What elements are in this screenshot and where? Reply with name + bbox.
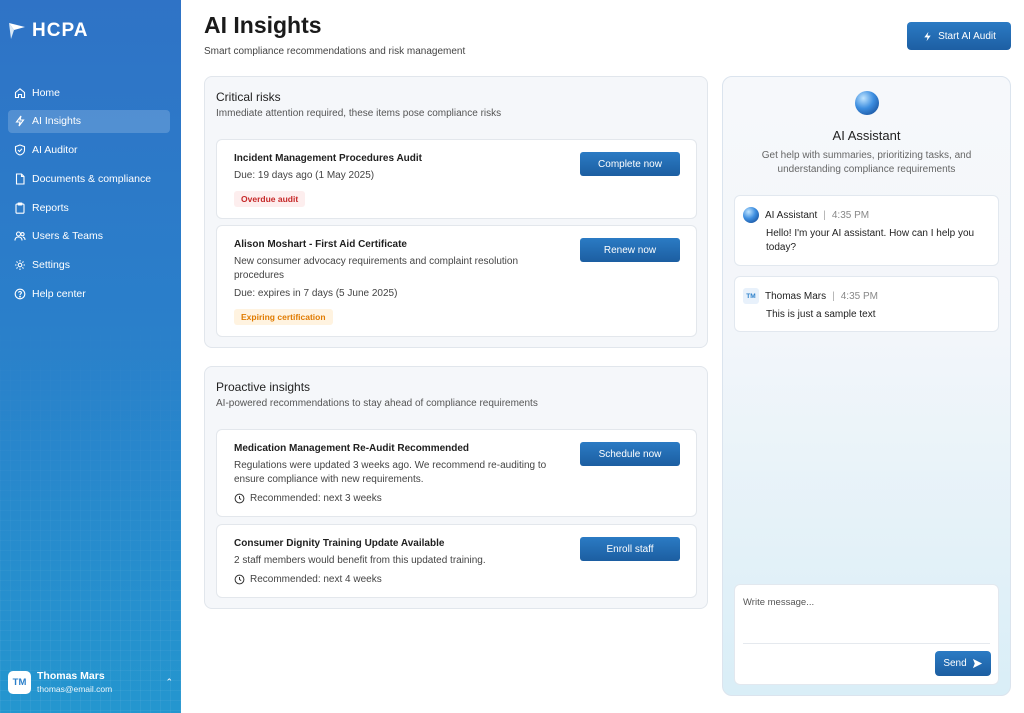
ai-assistant-subtitle: Get help with summaries, prioritizing ta…: [761, 150, 972, 175]
chat-message: AI Assistant | 4:35 PM Hello! I'm your A…: [734, 195, 999, 266]
message-input[interactable]: [743, 597, 988, 608]
home-icon: [14, 87, 26, 99]
lightning-icon: [14, 115, 26, 127]
sidebar-item-label: AI Auditor: [32, 144, 78, 157]
message-sender: AI Assistant: [765, 209, 818, 221]
sidebar-item-reports[interactable]: Reports: [8, 196, 170, 219]
ai-orb-icon: [743, 207, 759, 223]
proactive-insights-subtitle: AI-powered recommendations to stay ahead…: [216, 398, 538, 409]
help-icon: [14, 288, 26, 300]
risk-title: Alison Moshart - First Aid Certificate: [234, 239, 407, 250]
insight-recommendation: Recommended: next 3 weeks: [234, 493, 382, 504]
sidebar-item-help-center[interactable]: Help center: [8, 283, 170, 306]
logo-icon: [9, 23, 25, 39]
risk-card: Incident Management Procedures Audit Due…: [216, 139, 697, 219]
critical-risks-panel: Critical risks Immediate attention requi…: [204, 76, 708, 348]
gear-icon: [14, 259, 26, 271]
send-icon: [972, 658, 982, 669]
page-title: AI Insights: [204, 12, 322, 38]
risk-due: Due: expires in 7 days (5 June 2025): [234, 288, 398, 299]
critical-risks-title: Critical risks: [216, 90, 281, 104]
user-profile[interactable]: TM Thomas Mars thomas@email.com ⌃: [8, 670, 173, 694]
lightning-icon: [924, 31, 931, 41]
critical-risks-subtitle: Immediate attention required, these item…: [216, 108, 502, 119]
message-time: 4:35 PM: [831, 209, 870, 221]
message-sender: Thomas Mars: [765, 290, 827, 302]
schedule-now-button[interactable]: Schedule now: [580, 442, 680, 466]
avatar: TM: [8, 670, 31, 694]
sidebar-item-ai-auditor[interactable]: AI Auditor: [8, 139, 170, 162]
status-badge: Expiring certification: [234, 309, 333, 325]
users-icon: [14, 230, 26, 242]
user-info: Thomas Mars thomas@email.com: [37, 670, 112, 694]
sidebar-item-label: Reports: [32, 201, 69, 214]
start-ai-audit-label: Start AI Audit: [938, 30, 996, 42]
risk-card: Alison Moshart - First Aid Certificate N…: [216, 225, 697, 337]
sidebar-item-label: AI Insights: [32, 115, 82, 128]
send-button[interactable]: Send: [935, 651, 991, 676]
message-time: 4:35 PM: [840, 290, 878, 302]
proactive-insights-panel: Proactive insights AI-powered recommenda…: [204, 366, 708, 609]
sidebar-item-label: Help center: [32, 288, 86, 301]
status-badge: Overdue audit: [234, 191, 306, 207]
avatar: TM: [743, 288, 759, 304]
sidebar-item-label: Settings: [32, 259, 70, 272]
sidebar-item-label: Users & Teams: [32, 230, 103, 243]
message-header: TM Thomas Mars | 4:35 PM: [743, 288, 878, 304]
insight-card: Medication Management Re-Audit Recommend…: [216, 429, 697, 517]
message-text: This is just a sample text: [766, 309, 876, 320]
user-email: thomas@email.com: [37, 684, 113, 694]
message-composer: Send: [734, 584, 999, 685]
message-header: AI Assistant | 4:35 PM: [743, 207, 869, 223]
risk-due: Due: 19 days ago (1 May 2025): [234, 170, 375, 181]
clock-icon: [234, 493, 245, 504]
divider: [743, 643, 990, 644]
sidebar-item-settings[interactable]: Settings: [8, 254, 170, 277]
brand-logo[interactable]: HCPA: [8, 20, 88, 42]
sidebar-item-home[interactable]: Home: [8, 81, 170, 104]
shield-check-icon: [14, 144, 26, 156]
risk-description: New consumer advocacy requirements and c…: [234, 256, 519, 281]
chat-message: TM Thomas Mars | 4:35 PM This is just a …: [734, 276, 999, 332]
send-label: Send: [943, 658, 967, 669]
message-text: Hello! I'm your AI assistant. How can I …: [766, 228, 975, 253]
sidebar-nav: Home AI Insights AI Auditor Documents & …: [8, 81, 170, 311]
proactive-insights-title: Proactive insights: [216, 380, 311, 394]
sidebar-item-documents[interactable]: Documents & compliance: [8, 167, 170, 190]
risk-title: Incident Management Procedures Audit: [234, 153, 422, 164]
sidebar: HCPA Home AI Insights AI Auditor Documen…: [0, 0, 181, 713]
ai-assistant-title: AI Assistant: [832, 128, 901, 143]
document-icon: [14, 173, 26, 185]
enroll-staff-button[interactable]: Enroll staff: [580, 537, 680, 561]
chevron-up-down-icon[interactable]: ⌃: [165, 677, 173, 688]
insight-recommendation: Recommended: next 4 weeks: [234, 574, 382, 585]
sidebar-item-label: Documents & compliance: [32, 172, 152, 185]
separator: |: [832, 290, 835, 302]
separator: |: [823, 209, 826, 221]
complete-now-button[interactable]: Complete now: [580, 152, 680, 176]
clock-icon: [234, 574, 245, 585]
renew-now-button[interactable]: Renew now: [580, 238, 680, 262]
recommendation-text: Recommended: next 4 weeks: [250, 574, 382, 585]
clipboard-icon: [14, 202, 26, 214]
sidebar-item-ai-insights[interactable]: AI Insights: [8, 109, 170, 133]
start-ai-audit-button[interactable]: Start AI Audit: [907, 22, 1011, 50]
brand-name: HCPA: [32, 20, 89, 41]
insight-description: 2 staff members would benefit from this …: [234, 555, 486, 566]
insight-card: Consumer Dignity Training Update Availab…: [216, 524, 697, 598]
sidebar-item-users-teams[interactable]: Users & Teams: [8, 225, 170, 248]
recommendation-text: Recommended: next 3 weeks: [250, 493, 382, 504]
insight-title: Medication Management Re-Audit Recommend…: [234, 443, 470, 454]
ai-orb-icon: [855, 91, 879, 115]
ai-assistant-panel: AI Assistant Get help with summaries, pr…: [722, 76, 1011, 696]
insight-title: Consumer Dignity Training Update Availab…: [234, 538, 445, 549]
page-subtitle: Smart compliance recommendations and ris…: [204, 46, 466, 57]
user-name: Thomas Mars: [37, 670, 105, 682]
insight-description: Regulations were updated 3 weeks ago. We…: [234, 460, 547, 485]
sidebar-item-label: Home: [32, 86, 61, 99]
